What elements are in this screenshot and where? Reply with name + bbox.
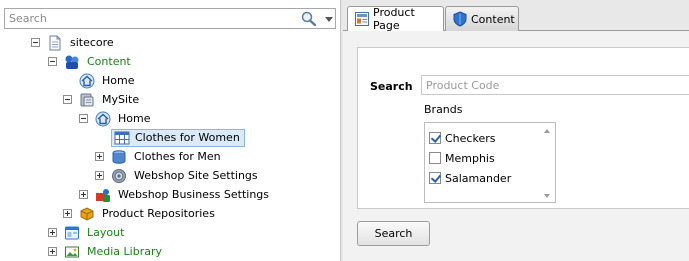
- tree-node-label: Product Repositories: [102, 206, 215, 220]
- document-icon: [49, 35, 61, 50]
- product-page-content: Search Brands Checkers Memphis Salamande…: [343, 31, 689, 261]
- tree-node-webshop-business-settings[interactable]: Webshop Business Settings: [79, 185, 272, 204]
- tree-node-content[interactable]: Content: [48, 52, 134, 71]
- checkbox-checked[interactable]: [429, 172, 441, 184]
- tree-node-sitecore[interactable]: sitecore: [31, 33, 117, 52]
- expand-toggle[interactable]: [63, 209, 72, 218]
- tree-node-label: Media Library: [87, 244, 162, 258]
- tree-node-clothes-for-women[interactable]: Clothes for Women: [95, 128, 245, 147]
- checkbox-checked[interactable]: [429, 132, 441, 144]
- tab-label: Content: [471, 12, 515, 26]
- home-icon: [95, 111, 111, 126]
- brands-listbox: Checkers Memphis Salamander: [424, 122, 556, 203]
- search-button[interactable]: Search: [357, 221, 430, 246]
- product-page-icon: [355, 12, 369, 26]
- collapse-toggle[interactable]: [48, 57, 57, 66]
- tree-node-label: Content: [87, 54, 131, 68]
- tree-node-layout[interactable]: Layout: [48, 223, 127, 242]
- scroll-down-icon[interactable]: [544, 194, 550, 198]
- brand-option-checkers[interactable]: Checkers: [429, 129, 495, 147]
- tree-node-label: Home: [118, 111, 151, 125]
- brand-label: Checkers: [445, 131, 496, 145]
- media-icon: [65, 246, 79, 257]
- business-icon: [96, 188, 110, 202]
- content-icon: [65, 55, 79, 69]
- brand-label: Salamander: [445, 171, 512, 185]
- tab-label: Product Page: [373, 6, 415, 32]
- search-label: Search: [370, 80, 413, 93]
- site-icon: [80, 93, 94, 106]
- brand-option-memphis[interactable]: Memphis: [429, 149, 495, 167]
- tree-node-label: Home: [102, 73, 135, 87]
- tree-node-webshop-site-settings[interactable]: Webshop Site Settings: [95, 166, 261, 185]
- search-box: [4, 8, 336, 29]
- search-panel: Search Brands Checkers Memphis Salamande…: [357, 47, 689, 209]
- grid-icon: [114, 131, 130, 144]
- tree-node-home[interactable]: Home: [79, 109, 153, 128]
- tree-node-label: MySite: [102, 92, 140, 106]
- search-input[interactable]: [7, 10, 297, 27]
- collapse-toggle[interactable]: [79, 114, 88, 123]
- tree-node-clothes-for-men[interactable]: Clothes for Men: [95, 147, 224, 166]
- selected-node[interactable]: Clothes for Women: [111, 128, 245, 147]
- expand-toggle[interactable]: [48, 247, 57, 256]
- tree-node-home[interactable]: Home: [63, 71, 137, 90]
- box-icon: [80, 206, 94, 221]
- expand-toggle[interactable]: [48, 228, 57, 237]
- tree-node-media-library[interactable]: Media Library: [48, 242, 165, 261]
- tree-node-label: Webshop Site Settings: [134, 168, 258, 182]
- magnifier-icon[interactable]: [300, 11, 318, 27]
- collapse-toggle[interactable]: [31, 38, 40, 47]
- content-tree-pane: sitecore Content Home: [0, 0, 340, 261]
- brands-label: Brands: [424, 103, 463, 116]
- chevron-down-icon[interactable]: [323, 11, 335, 27]
- brand-label: Memphis: [445, 151, 495, 165]
- gear-icon: [112, 168, 126, 183]
- editor-pane: Product Page Content Search Brands Check…: [343, 0, 689, 261]
- tree-node-label: Webshop Business Settings: [118, 187, 270, 201]
- expand-toggle[interactable]: [95, 171, 104, 180]
- tab-strip: Product Page Content: [343, 0, 689, 32]
- expand-toggle[interactable]: [95, 152, 104, 161]
- layout-icon: [65, 226, 79, 239]
- tree-node-label: sitecore: [70, 35, 114, 49]
- tab-content[interactable]: Content: [445, 6, 519, 31]
- home-icon: [79, 73, 95, 88]
- tab-product-page[interactable]: Product Page: [347, 6, 444, 32]
- product-code-input[interactable]: [421, 75, 689, 95]
- brand-option-salamander[interactable]: Salamander: [429, 169, 511, 187]
- tree-node-product-repositories[interactable]: Product Repositories: [63, 204, 218, 223]
- scroll-up-icon[interactable]: [544, 129, 550, 133]
- tree-node-label: Clothes for Men: [134, 149, 221, 163]
- expand-toggle[interactable]: [79, 190, 88, 199]
- tree-node-label: Clothes for Women: [135, 130, 240, 144]
- checkbox-unchecked[interactable]: [429, 152, 441, 164]
- shield-icon: [453, 11, 467, 27]
- listbox-scrollbar[interactable]: [542, 126, 553, 201]
- collapse-toggle[interactable]: [63, 95, 72, 104]
- tree-node-mysite[interactable]: MySite: [63, 90, 142, 109]
- tree-node-label: Layout: [87, 225, 125, 239]
- cylinder-icon: [112, 149, 126, 164]
